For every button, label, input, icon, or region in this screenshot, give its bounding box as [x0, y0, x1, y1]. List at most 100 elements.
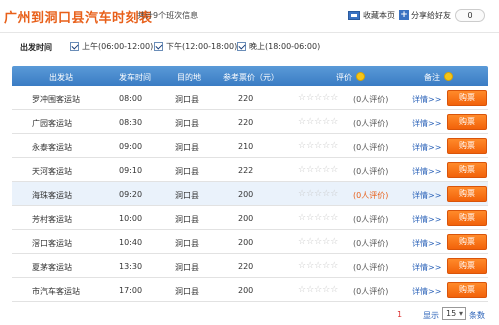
favorite-label: 收藏本页: [363, 10, 395, 20]
row-reviews: (0人评价): [353, 191, 389, 200]
row-price: 210: [238, 142, 254, 151]
table-header: 出发站 发车时间 目的地 参考票价（元） 评价 备注: [12, 66, 488, 86]
row-reviews: (0人评价): [353, 167, 389, 176]
coin-icon: [356, 72, 365, 81]
star-rating-icon[interactable]: ☆☆☆☆☆: [298, 285, 338, 295]
row-station: 滘口客运站: [32, 239, 72, 248]
table-row: 天河客运站 09:10 洞口县 222 ☆☆☆☆☆ (0人评价) 详情>> 购票: [12, 158, 488, 182]
row-price: 220: [238, 262, 254, 271]
star-rating-icon[interactable]: ☆☆☆☆☆: [298, 93, 338, 103]
buy-ticket-button[interactable]: 购票: [447, 162, 487, 178]
row-reviews: (0人评价): [353, 287, 389, 296]
row-price: 220: [238, 94, 254, 103]
pagination: 1 显示 15 条数: [0, 306, 499, 325]
row-time: 08:00: [119, 94, 143, 103]
star-rating-icon[interactable]: ☆☆☆☆☆: [298, 213, 338, 223]
detail-link[interactable]: 详情>>: [412, 94, 441, 105]
detail-link[interactable]: 详情>>: [412, 190, 441, 201]
table-row: 市汽车客运站 17:00 洞口县 200 ☆☆☆☆☆ (0人评价) 详情>> 购票: [12, 278, 488, 302]
row-reviews: (0人评价): [353, 95, 389, 104]
star-rating-icon[interactable]: ☆☆☆☆☆: [298, 141, 338, 151]
row-time: 17:00: [119, 286, 143, 295]
page-header: 广州到洞口县汽车时刻表 共计9个班次信息 收藏本页 + 分享给好友 0: [0, 0, 499, 32]
star-rating-icon[interactable]: ☆☆☆☆☆: [298, 165, 338, 175]
filter-afternoon-checkbox[interactable]: 下午(12:00-18:00): [154, 41, 237, 52]
star-rating-icon[interactable]: ☆☆☆☆☆: [298, 237, 338, 247]
table-row: 永泰客运站 09:00 洞口县 210 ☆☆☆☆☆ (0人评价) 详情>> 购票: [12, 134, 488, 158]
row-dest: 洞口县: [175, 215, 199, 224]
row-station: 芳村客运站: [32, 215, 72, 224]
share-label: 分享给好友: [411, 10, 451, 20]
star-rating-icon[interactable]: ☆☆☆☆☆: [298, 189, 338, 199]
checkbox-checked-icon: [237, 42, 246, 51]
filter-morning-label: 上午(06:00-12:00): [82, 42, 154, 51]
checkbox-checked-icon: [70, 42, 79, 51]
col-rating-label: 评价: [336, 73, 352, 82]
detail-link[interactable]: 详情>>: [412, 118, 441, 129]
star-rating-icon[interactable]: ☆☆☆☆☆: [298, 117, 338, 127]
col-note-label: 备注: [424, 73, 440, 82]
row-time: 10:40: [119, 238, 143, 247]
detail-link[interactable]: 详情>>: [412, 238, 441, 249]
filter-label: 出发时间: [20, 43, 52, 52]
unit-label: 条数: [469, 311, 485, 320]
table-row: 海珠客运站 09:20 洞口县 200 ☆☆☆☆☆ (0人评价) 详情>> 购票: [12, 182, 488, 206]
page-title: 广州到洞口县汽车时刻表: [4, 11, 153, 26]
col-price: 参考票价（元）: [223, 73, 279, 82]
row-price: 200: [238, 214, 254, 223]
buy-ticket-button[interactable]: 购票: [447, 234, 487, 250]
buy-ticket-button[interactable]: 购票: [447, 186, 487, 202]
row-dest: 洞口县: [175, 263, 199, 272]
schedule-table: 出发站 发车时间 目的地 参考票价（元） 评价 备注 罗冲围客运站 08:00 洞口…: [12, 66, 488, 302]
per-page-select[interactable]: 15: [442, 307, 466, 320]
buy-ticket-button[interactable]: 购票: [447, 210, 487, 226]
share-link[interactable]: + 分享给好友: [399, 10, 451, 21]
row-dest: 洞口县: [175, 95, 199, 104]
row-dest: 洞口县: [175, 143, 199, 152]
plus-icon: +: [399, 10, 409, 20]
buy-ticket-button[interactable]: 购票: [447, 282, 487, 298]
detail-link[interactable]: 详情>>: [412, 286, 441, 297]
buy-ticket-button[interactable]: 购票: [447, 114, 487, 130]
table-row: 罗冲围客运站 08:00 洞口县 220 ☆☆☆☆☆ (0人评价) 详情>> 购票: [12, 86, 488, 110]
buy-ticket-button[interactable]: 购票: [447, 90, 487, 106]
row-station: 市汽车客运站: [32, 287, 80, 296]
coin-icon: [444, 72, 453, 81]
star-rating-icon[interactable]: ☆☆☆☆☆: [298, 261, 338, 271]
row-reviews: (0人评价): [353, 263, 389, 272]
favorite-link[interactable]: 收藏本页: [348, 10, 395, 21]
table-row: 夏茅客运站 13:30 洞口县 220 ☆☆☆☆☆ (0人评价) 详情>> 购票: [12, 254, 488, 278]
col-rating: 评价: [336, 72, 365, 83]
buy-ticket-button[interactable]: 购票: [447, 258, 487, 274]
row-reviews: (0人评价): [353, 143, 389, 152]
row-dest: 洞口县: [175, 287, 199, 296]
row-dest: 洞口县: [175, 167, 199, 176]
col-note: 备注: [424, 72, 453, 83]
show-label: 显示: [423, 311, 439, 320]
filter-morning-checkbox[interactable]: 上午(06:00-12:00): [70, 41, 153, 52]
row-time: 09:10: [119, 166, 143, 175]
row-dest: 洞口县: [175, 239, 199, 248]
bookmark-icon: [348, 10, 360, 20]
filter-evening-checkbox[interactable]: 晚上(18:00-06:00): [237, 41, 320, 52]
detail-link[interactable]: 详情>>: [412, 142, 441, 153]
row-station: 夏茅客运站: [32, 263, 72, 272]
checkbox-checked-icon: [154, 42, 163, 51]
page-number-link[interactable]: 1: [397, 310, 402, 319]
table-row: 芳村客运站 10:00 洞口县 200 ☆☆☆☆☆ (0人评价) 详情>> 购票: [12, 206, 488, 230]
row-station: 永泰客运站: [32, 143, 72, 152]
detail-link[interactable]: 详情>>: [412, 214, 441, 225]
row-station: 罗冲围客运站: [32, 95, 80, 104]
schedule-count: 共计9个班次信息: [137, 11, 199, 20]
row-time: 13:30: [119, 262, 143, 271]
row-dest: 洞口县: [175, 119, 199, 128]
row-price: 200: [238, 190, 254, 199]
detail-link[interactable]: 详情>>: [412, 166, 441, 177]
buy-ticket-button[interactable]: 购票: [447, 138, 487, 154]
col-dest: 目的地: [177, 73, 201, 82]
departure-time-filter: 出发时间 上午(06:00-12:00) 下午(12:00-18:00) 晚上(…: [0, 32, 499, 62]
row-price: 222: [238, 166, 254, 175]
table-body: 罗冲围客运站 08:00 洞口县 220 ☆☆☆☆☆ (0人评价) 详情>> 购票 广园客运站 0…: [12, 86, 488, 302]
filter-afternoon-label: 下午(12:00-18:00): [166, 42, 238, 51]
detail-link[interactable]: 详情>>: [412, 262, 441, 273]
